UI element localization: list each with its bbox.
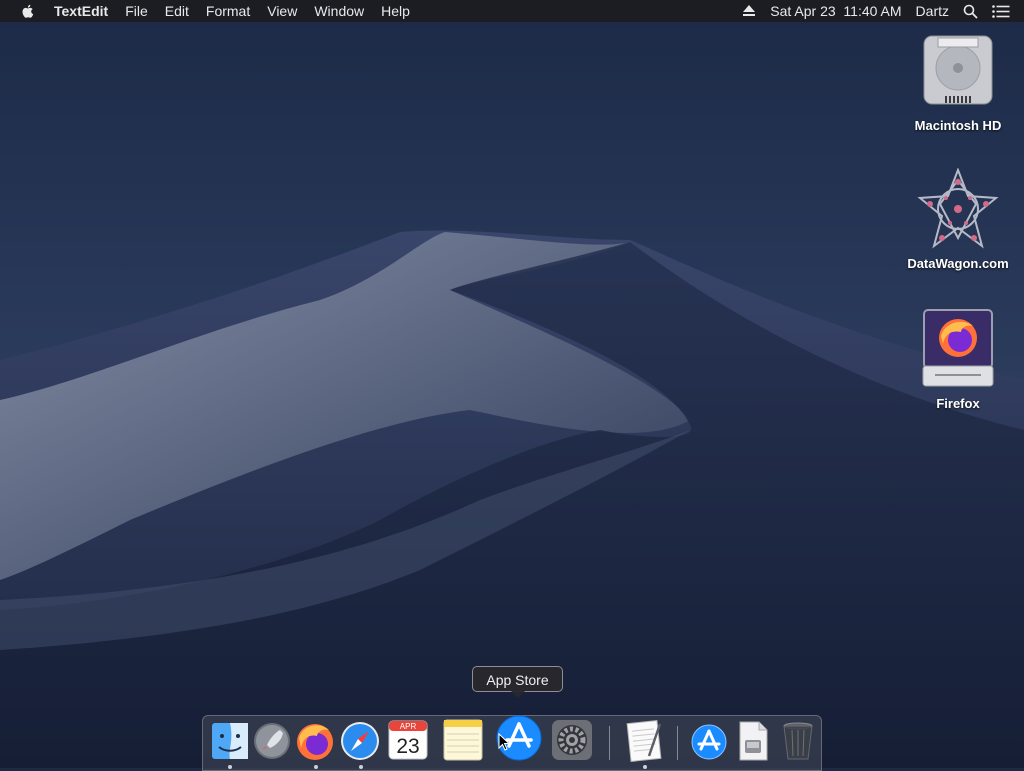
firefox-disk-image-icon [922,309,994,387]
datawagon-star-icon [917,168,999,249]
rocket-icon [254,723,290,759]
desktop-item-firefox[interactable]: Firefox [903,308,1013,411]
dock-firefox[interactable] [293,718,337,762]
menu-user[interactable]: Dartz [916,3,949,19]
menu-window[interactable]: Window [314,0,364,22]
disk-image-document-icon [739,721,768,761]
calendar-day: 23 [396,735,419,758]
dock-launchpad[interactable] [250,718,294,762]
dock-separator [677,726,678,760]
calendar-icon: APR 23 [388,720,428,760]
menu-file[interactable]: File [125,0,148,22]
apple-menu-icon[interactable] [20,3,36,19]
notification-center-icon[interactable] [992,4,1010,18]
notes-icon [443,719,483,761]
menu-app-name[interactable]: TextEdit [54,0,108,22]
firefox-icon [297,724,333,760]
app-store-stack-icon [691,724,727,760]
hard-drive-icon [923,35,993,105]
dock-calendar[interactable]: APR 23 [386,718,430,762]
dock-tooltip: App Store [472,666,563,698]
desktop-item-datawagon[interactable]: DataWagon.com [903,168,1013,271]
textedit-icon [626,719,662,763]
dock-system-preferences[interactable] [550,718,594,762]
spotlight-search-icon[interactable] [963,4,978,19]
dock-textedit[interactable] [623,718,667,763]
eject-icon[interactable] [742,5,756,17]
menu-clock[interactable]: Sat Apr 23 11:40 AM [770,3,901,19]
running-indicator [314,765,318,769]
desktop-item-label: Macintosh HD [914,118,1002,133]
dock-documents-stack[interactable] [731,718,775,762]
desktop-item-macintosh-hd[interactable]: Macintosh HD [903,32,1013,133]
mouse-cursor-icon [498,733,510,751]
menu-help[interactable]: Help [381,0,410,22]
dock-safari[interactable] [338,718,382,762]
menu-format[interactable]: Format [206,0,250,22]
running-indicator [643,765,647,769]
desktop-item-label: DataWagon.com [907,256,1009,271]
calendar-month: APR [400,722,417,731]
compass-icon [341,722,379,760]
dock-applications-stack[interactable] [687,718,731,762]
dock-trash[interactable] [776,718,820,762]
dock-finder[interactable] [208,718,252,762]
trash-icon [783,722,813,760]
running-indicator [228,765,232,769]
menu-bar: TextEdit File Edit Format View Window He… [0,0,1024,22]
running-indicator [359,765,363,769]
menu-edit[interactable]: Edit [165,0,189,22]
finder-icon [212,723,248,759]
dock-notes[interactable] [441,718,485,762]
dock-separator [609,726,610,760]
desktop-wallpaper [0,0,1024,768]
desktop-item-label: Firefox [936,396,980,411]
dock: APR 23 [202,715,822,771]
menu-view[interactable]: View [267,0,297,22]
gear-icon [552,720,592,760]
